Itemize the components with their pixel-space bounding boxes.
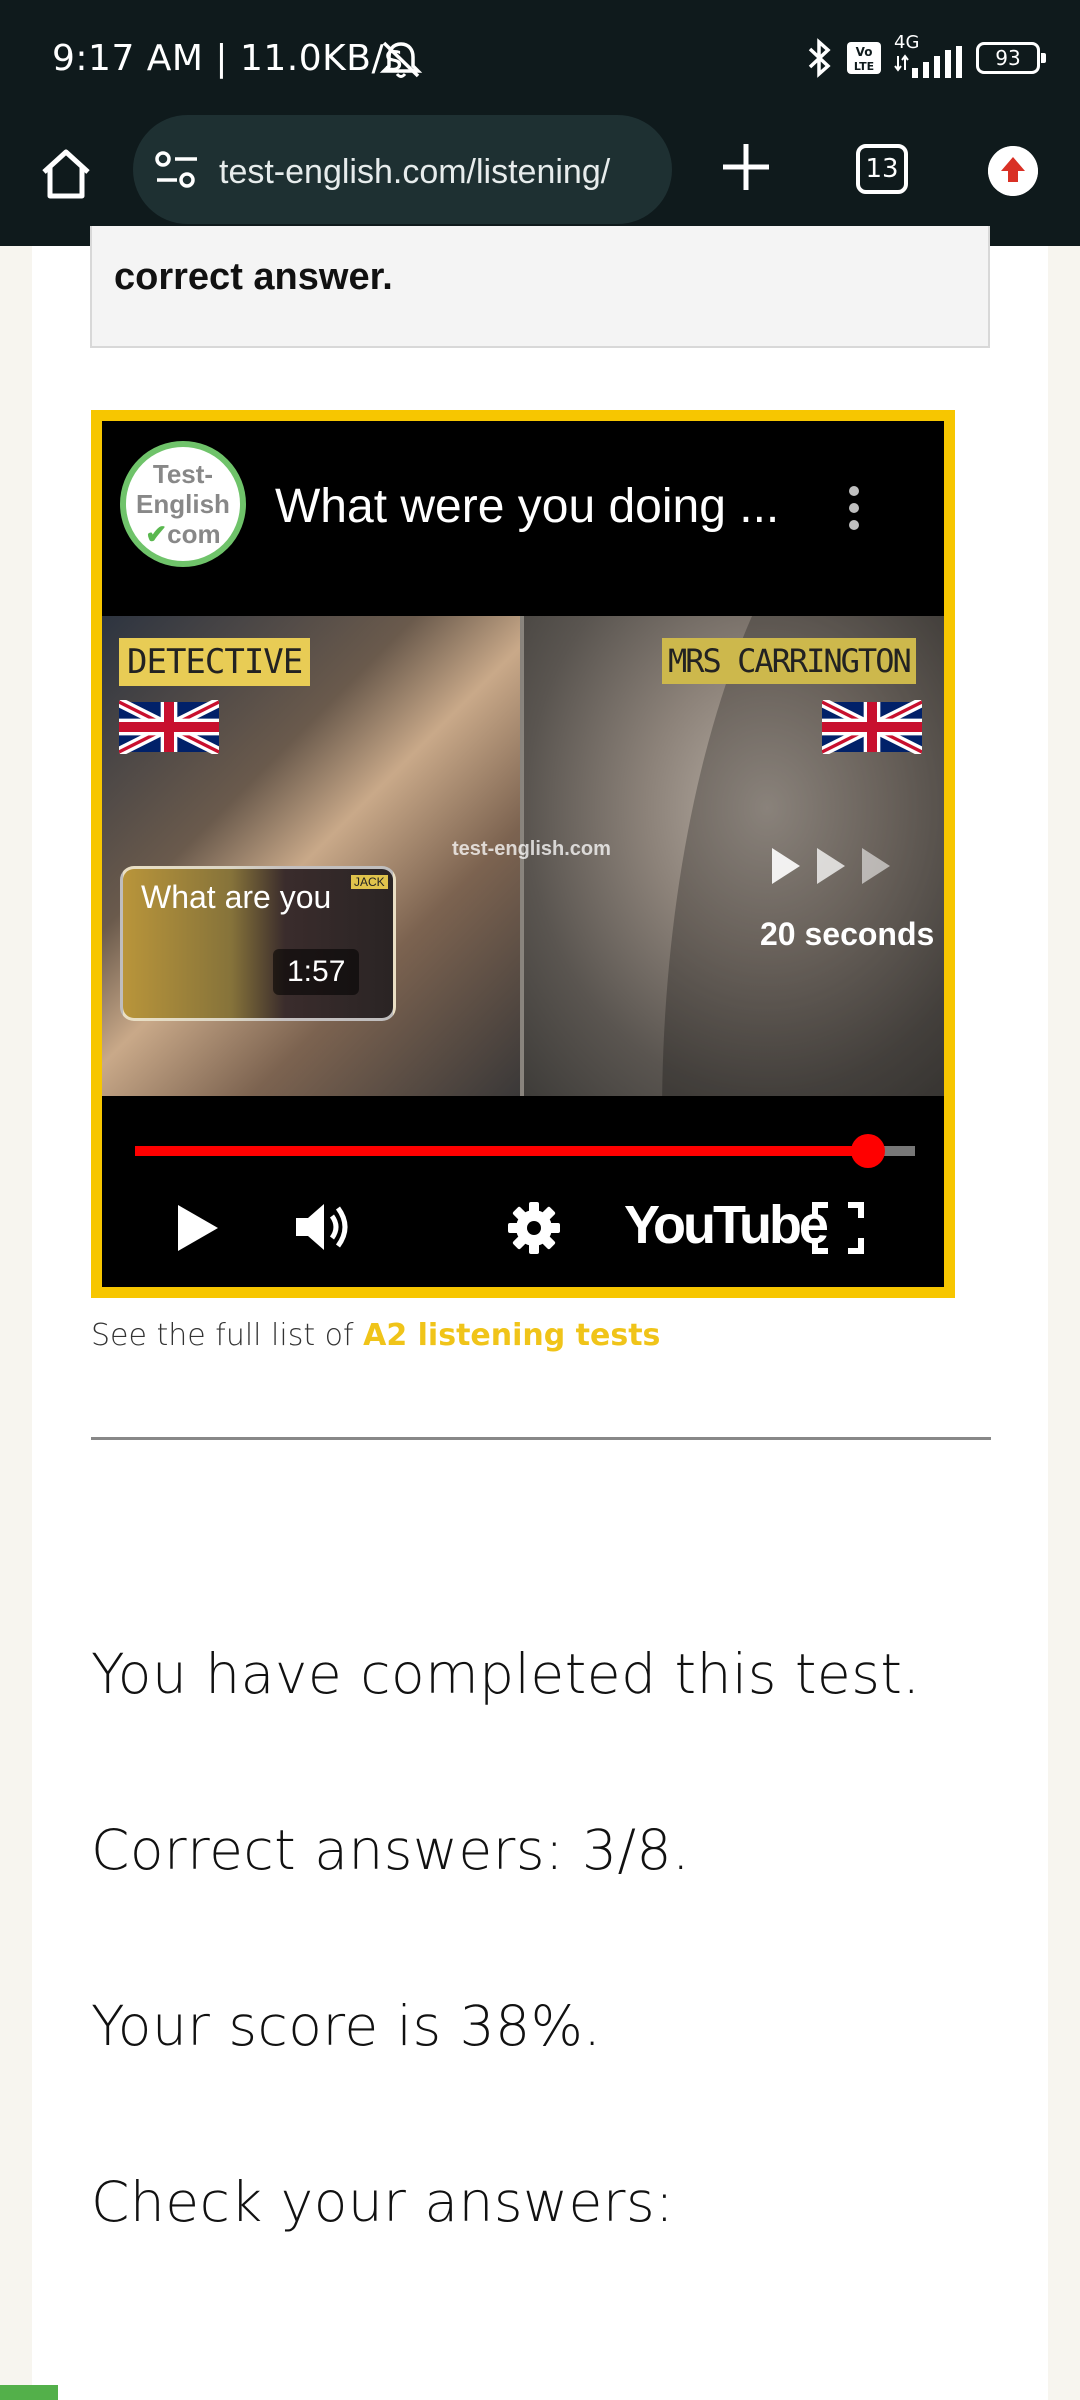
play-icon[interactable]	[172, 1201, 222, 1255]
volte-icon: Vo LTE	[847, 42, 881, 74]
floating-button-edge[interactable]	[0, 2385, 58, 2400]
correct-answers-text: Correct answers: 3/8.	[91, 1818, 691, 1882]
signal-icon: 4G	[894, 32, 964, 78]
video-thumbnail[interactable]: DETECTIVE MRS CARRINGTON test-english.co…	[102, 421, 944, 1287]
bluetooth-icon	[808, 38, 831, 78]
logo-text-1: Test-	[152, 459, 214, 489]
detective-label: DETECTIVE	[119, 638, 311, 686]
logo-text-3: ✔com	[145, 519, 221, 549]
check-answers-heading: Check your answers:	[91, 2170, 675, 2234]
player-controls: YouTube	[102, 1096, 944, 1287]
progress-scrubber[interactable]	[851, 1134, 886, 1168]
channel-logo[interactable]: Test- English ✔com	[120, 441, 246, 567]
video-title[interactable]: What were you doing ...	[275, 479, 779, 534]
youtube-video-embed[interactable]: Test- English ✔com What were you doing .…	[91, 410, 955, 1298]
progress-bar[interactable]	[135, 1134, 915, 1168]
full-list-text: See the full list of A2 listening tests	[91, 1318, 660, 1353]
divider	[91, 1437, 991, 1440]
instruction-box: correct answer.	[90, 226, 990, 348]
uk-flag-icon	[119, 700, 219, 754]
card-tag: JACK	[351, 875, 388, 889]
full-list-prefix: See the full list of	[91, 1318, 364, 1353]
battery-icon: 93	[976, 42, 1046, 74]
page-content: correct answer. Test- English ✔com What …	[32, 226, 1048, 2400]
svg-text:Vo: Vo	[856, 45, 873, 59]
skip-countdown[interactable]: 20 seconds	[760, 916, 934, 953]
end-screen-video-card[interactable]: What are you JACK 1:57	[120, 866, 396, 1021]
volume-icon[interactable]	[292, 1196, 354, 1258]
fullscreen-icon[interactable]	[812, 1202, 864, 1254]
a2-listening-tests-link[interactable]: A2 listening tests	[363, 1318, 660, 1353]
tab-switcher-button[interactable]: 13	[856, 144, 908, 194]
svg-text:LTE: LTE	[854, 60, 874, 73]
mute-bell-icon	[379, 41, 423, 78]
watermark-text: test-english.com	[452, 838, 611, 860]
address-bar[interactable]: test-english.com/listening/	[133, 115, 672, 224]
logo-text-2: English	[136, 489, 230, 519]
instruction-text: correct answer.	[114, 256, 393, 298]
skip-arrows-icon[interactable]	[762, 846, 912, 886]
uk-flag-icon	[822, 700, 922, 754]
progress-fill	[135, 1146, 869, 1156]
update-arrow-icon[interactable]	[988, 146, 1038, 196]
status-icons: Vo LTE 4G 93	[804, 32, 1046, 80]
url-text[interactable]: test-english.com/listening/	[219, 153, 659, 192]
site-settings-icon[interactable]	[153, 149, 201, 191]
home-icon[interactable]	[34, 142, 98, 206]
card-duration: 1:57	[273, 949, 360, 995]
youtube-logo[interactable]: YouTube	[624, 1194, 829, 1256]
card-title: What are you	[141, 879, 332, 915]
mrs-carrington-label: MRS CARRINGTON	[662, 638, 916, 684]
completed-message: You have completed this test.	[91, 1642, 921, 1706]
new-tab-icon[interactable]	[715, 136, 777, 198]
status-bar: 9:17 AM | 11.0KB/s Vo LTE 4G 93	[0, 0, 1080, 112]
settings-gear-icon[interactable]	[506, 1200, 562, 1256]
score-text: Your score is 38%.	[91, 1994, 602, 2058]
status-time: 9:17 AM | 11.0KB/s	[52, 38, 404, 79]
